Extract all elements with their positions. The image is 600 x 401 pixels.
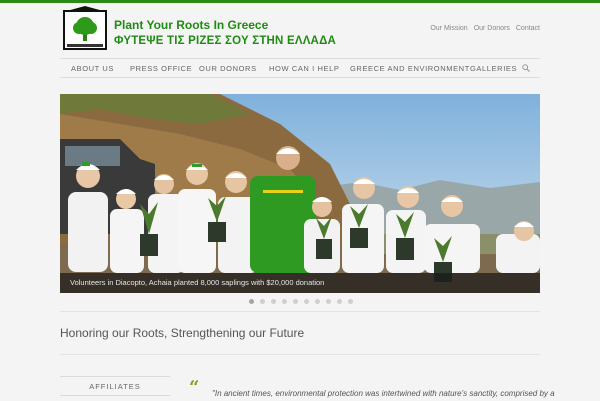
logo-caption-strip — [67, 44, 103, 47]
main-nav: ABOUT US PRESS OFFICE OUR DONORS HOW CAN… — [60, 58, 540, 78]
site-logo[interactable] — [63, 6, 107, 50]
divider — [60, 311, 540, 312]
slider-dot[interactable] — [271, 299, 276, 304]
slider-pagination — [249, 299, 353, 304]
slider-dot[interactable] — [304, 299, 309, 304]
nav-item-our-donors[interactable]: OUR DONORS — [199, 59, 257, 78]
site-subtitle: ΦΥΤΕΨΕ ΤΙΣ ΡΙΖΕΣ ΣΟΥ ΣΤΗΝ ΕΛΛΑΔΑ — [114, 35, 337, 47]
slide-caption-bar: Volunteers in Diacopto, Achaia planted 8… — [60, 273, 540, 293]
nav-item-press-office[interactable]: PRESS OFFICE — [130, 59, 192, 78]
nav-item-how-can-i-help[interactable]: HOW CAN I HELP — [269, 59, 340, 78]
hero-slider[interactable]: Volunteers in Diacopto, Achaia planted 8… — [60, 94, 540, 293]
slide-caption: Volunteers in Diacopto, Achaia planted 8… — [70, 278, 325, 287]
top-accent-bar — [0, 0, 600, 3]
affiliates-widget: AFFILIATES — [60, 376, 170, 401]
quote-text: "In ancient times, environmental protect… — [212, 389, 555, 398]
slider-dot[interactable] — [249, 299, 254, 304]
site-title[interactable]: Plant Your Roots In Greece — [114, 18, 268, 32]
nav-item-about-us[interactable]: ABOUT US — [71, 59, 114, 78]
slider-dot[interactable] — [326, 299, 331, 304]
slide-photo — [60, 94, 540, 293]
search-icon[interactable] — [522, 64, 530, 72]
nav-item-greece-and-environment[interactable]: GREECE AND ENVIRONMENT — [350, 59, 470, 78]
slider-dot[interactable] — [293, 299, 298, 304]
nav-item-galleries[interactable]: GALLERIES — [470, 59, 517, 78]
divider — [60, 354, 540, 355]
logo-roof — [63, 6, 107, 12]
top-links: Our Mission Our Donors Contact — [430, 25, 540, 32]
slider-dot[interactable] — [348, 299, 353, 304]
slider-dot[interactable] — [282, 299, 287, 304]
tagline: Honoring our Roots, Strengthening our Fu… — [60, 326, 305, 340]
tree-icon — [73, 17, 97, 41]
affiliates-divider — [60, 395, 170, 396]
affiliates-heading: AFFILIATES — [89, 382, 141, 391]
slider-dot[interactable] — [315, 299, 320, 304]
top-link-contact[interactable]: Contact — [516, 25, 540, 32]
quote-mark-icon: “ — [189, 377, 200, 398]
slider-dot[interactable] — [260, 299, 265, 304]
top-link-our-mission[interactable]: Our Mission — [430, 25, 467, 32]
slider-dot[interactable] — [337, 299, 342, 304]
top-link-our-donors[interactable]: Our Donors — [474, 25, 510, 32]
